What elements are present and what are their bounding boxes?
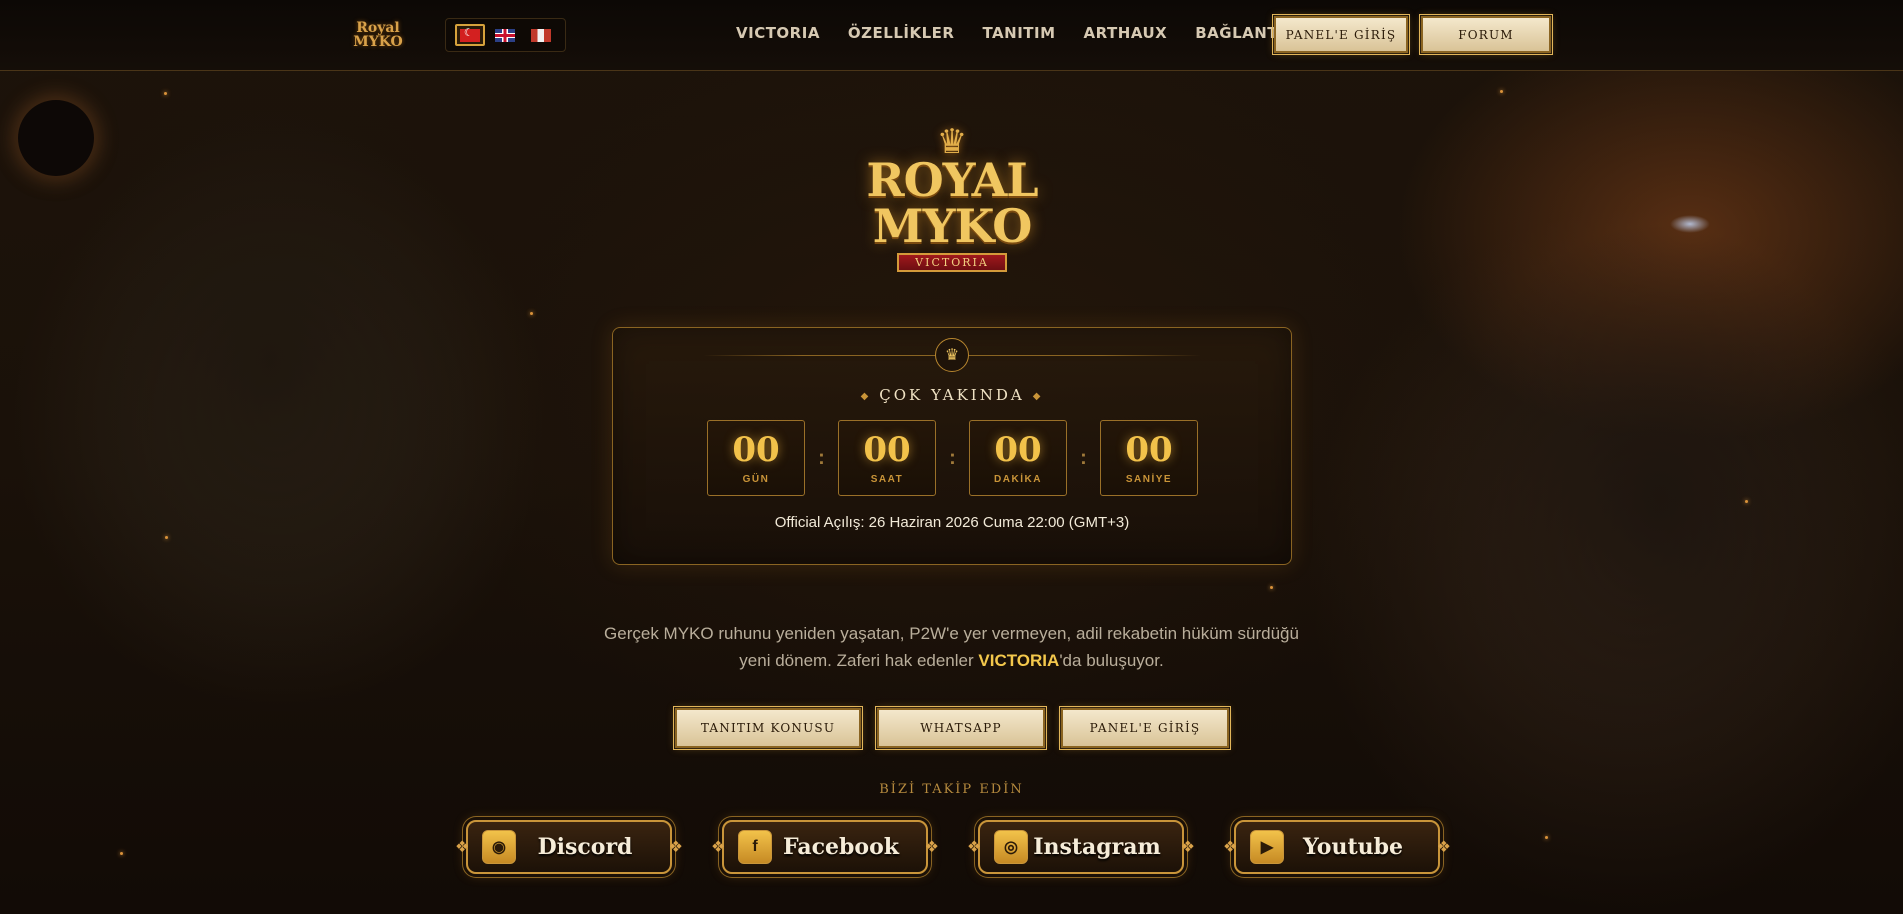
facebook-button[interactable]: f Facebook — [711, 820, 939, 874]
countdown-label: SAAT — [870, 473, 904, 485]
diamond-icon: ◆ — [860, 390, 872, 402]
server-description: Gerçek MYKO ruhunu yeniden yaşatan, P2W'… — [600, 620, 1303, 674]
countdown-days: 00 GÜN — [707, 420, 805, 496]
ember-spark — [1500, 90, 1503, 93]
ember-spark — [530, 312, 533, 315]
ember-spark — [165, 536, 168, 539]
countdown-value: 00 — [994, 429, 1042, 470]
countdown-panel: ♛ ◆ ÇOK YAKINDA ◆ 00 GÜN : 00 SAAT : 00 DA… — [612, 327, 1292, 565]
social-links: ◉ Discord f Facebook ◎ Instagram ▶ Youtu… — [455, 820, 1451, 874]
instagram-button[interactable]: ◎ Instagram — [967, 820, 1195, 874]
follow-us-label: BİZİ TAKİP EDİN — [879, 782, 1024, 797]
countdown-heading: ◆ ÇOK YAKINDA ◆ — [613, 386, 1291, 404]
brand-logo-line1: Royal — [356, 20, 400, 36]
language-other[interactable] — [526, 24, 556, 46]
official-launch-date: Official Açılış: 26 Haziran 2026 Cuma 22… — [774, 514, 1130, 531]
countdown-value: 00 — [732, 429, 780, 470]
whatsapp-button[interactable]: WHATSAPP — [875, 706, 1047, 750]
ember-spark — [120, 852, 123, 855]
hero-logo-myko: MYKO — [872, 198, 1033, 253]
discord-button[interactable]: ◉ Discord — [455, 820, 683, 874]
youtube-button[interactable]: ▶ Youtube — [1223, 820, 1451, 874]
panel-login-button[interactable]: PANEL'E GİRİŞ — [1059, 706, 1231, 750]
hero-logo-royal: ROYAL — [866, 152, 1038, 207]
instagram-icon: ◎ — [994, 830, 1028, 864]
countdown-label: GÜN — [742, 473, 770, 485]
brand-logo-line2: MYKO — [353, 34, 403, 50]
hero-logo-ribbon: VICTORIA — [897, 252, 1007, 272]
youtube-icon: ▶ — [1250, 830, 1284, 864]
countdown-heading-text: ÇOK YAKINDA — [879, 386, 1025, 404]
colon-separator: : — [949, 446, 956, 469]
social-label: Discord — [537, 834, 633, 860]
description-text-end: 'da buluşuyor. — [1059, 651, 1164, 670]
countdown-seconds: 00 SANİYE — [1100, 420, 1198, 496]
social-label: Instagram — [1033, 834, 1161, 860]
cta-buttons: TANITIM KONUSU WHATSAPP PANEL'E GİRİŞ — [673, 706, 1231, 750]
colon-separator: : — [818, 446, 825, 469]
colon-separator: : — [1080, 446, 1087, 469]
nav-victoria[interactable]: VICTORIA — [736, 24, 820, 42]
turkish-flag-icon — [459, 26, 480, 42]
countdown-hours: 00 SAAT — [838, 420, 936, 496]
ember-spark — [164, 92, 167, 95]
main-nav: VICTORIA ÖZELLİKLER TANITIM ARTHAUX BAĞL… — [736, 24, 1318, 42]
crown-icon: ♛ — [936, 122, 968, 161]
language-switcher — [445, 18, 566, 52]
ember-spark — [1545, 836, 1548, 839]
ember-spark — [1745, 500, 1748, 503]
nav-arthaux[interactable]: ARTHAUX — [1084, 24, 1168, 42]
nav-ozellikler[interactable]: ÖZELLİKLER — [848, 24, 955, 42]
description-text: Gerçek MYKO ruhunu yeniden yaşatan, P2W'… — [604, 624, 1299, 670]
language-en[interactable] — [490, 24, 520, 46]
countdown-value: 00 — [1125, 429, 1173, 470]
uk-flag-icon — [495, 28, 516, 42]
countdown-label: DAKİKA — [994, 473, 1042, 485]
countdown-label: SANİYE — [1125, 473, 1173, 485]
right-warrior-silhouette — [1440, 220, 1880, 780]
language-tr[interactable] — [454, 24, 485, 46]
discord-icon: ◉ — [482, 830, 516, 864]
facebook-icon: f — [738, 830, 772, 864]
nav-tanitim[interactable]: TANITIM — [982, 24, 1055, 42]
social-label: Facebook — [782, 834, 900, 860]
social-label: Youtube — [1303, 834, 1403, 860]
hero-logo: ♛ ROYAL MYKO VICTORIA — [864, 104, 1040, 294]
tanitim-konusu-button[interactable]: TANITIM KONUSU — [673, 706, 863, 750]
header-forum-button[interactable]: FORUM — [1419, 14, 1553, 55]
left-warrior-silhouette — [60, 110, 480, 670]
top-header: Royal MYKO VICTORIA ÖZELLİKLER TANITIM A… — [0, 0, 1903, 71]
red-white-flag-icon — [531, 28, 552, 42]
crown-icon: ♛ — [935, 338, 969, 372]
description-highlight: VICTORIA — [978, 651, 1060, 670]
brand-logo[interactable]: Royal MYKO — [353, 12, 403, 58]
countdown-minutes: 00 DAKİKA — [969, 420, 1067, 496]
countdown-timer: 00 GÜN : 00 SAAT : 00 DAKİKA : 00 SANİYE — [707, 420, 1198, 496]
diamond-icon: ◆ — [1032, 390, 1044, 402]
countdown-value: 00 — [863, 429, 911, 470]
header-panel-login-button[interactable]: PANEL'E GİRİŞ — [1272, 14, 1410, 55]
ember-spark — [1270, 586, 1273, 589]
